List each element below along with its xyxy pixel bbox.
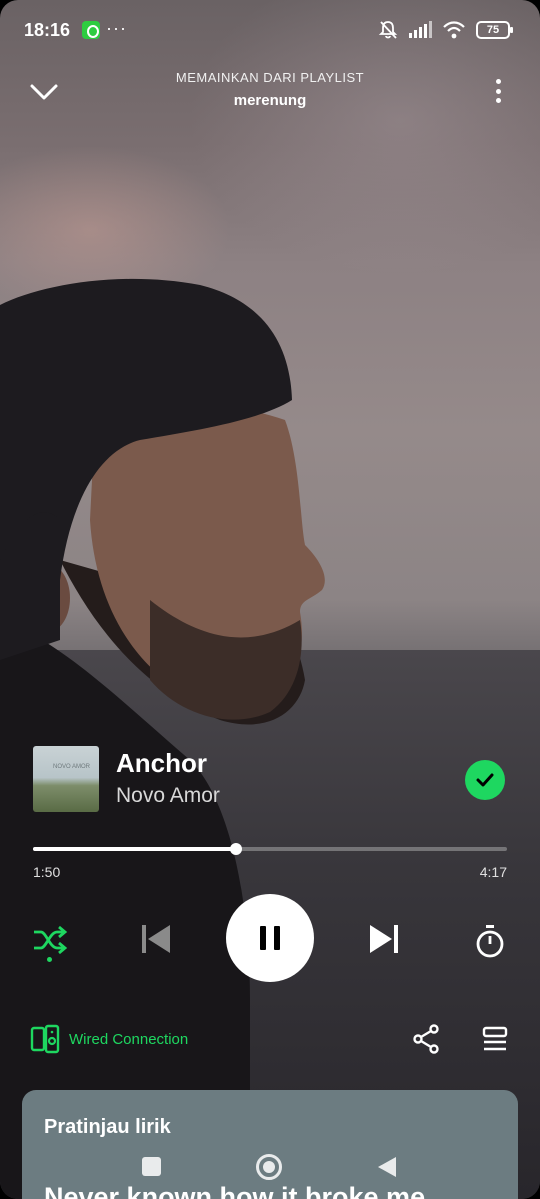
play-pause-button[interactable] xyxy=(226,894,314,982)
queue-button[interactable] xyxy=(482,1026,508,1052)
sleep-timer-icon xyxy=(476,925,504,958)
shuffle-button[interactable] xyxy=(30,920,70,960)
share-icon xyxy=(413,1024,439,1054)
status-overflow: ··· xyxy=(106,18,127,38)
sleep-timer-button[interactable] xyxy=(470,920,510,962)
wifi-icon xyxy=(443,21,465,39)
progress-bar[interactable] xyxy=(33,843,507,855)
skip-previous-icon xyxy=(142,925,170,953)
lyrics-title: Pratinjau lirik xyxy=(44,1116,171,1138)
notification-app-icon xyxy=(82,21,100,39)
share-button[interactable] xyxy=(412,1024,440,1054)
next-track-button[interactable] xyxy=(364,918,404,960)
bell-muted-icon xyxy=(378,21,398,39)
previous-track-button[interactable] xyxy=(136,918,176,960)
system-navigation-bar xyxy=(0,1142,540,1192)
progress-knob[interactable] xyxy=(229,843,242,855)
total-time: 4:17 xyxy=(479,864,507,880)
progress-fill xyxy=(33,847,236,851)
saved-to-library-button[interactable] xyxy=(465,760,505,800)
recent-apps-button[interactable] xyxy=(142,1157,161,1176)
more-vertical-icon xyxy=(495,79,501,84)
cover-caption: NOVO AMOR xyxy=(53,764,91,770)
queue-icon xyxy=(482,1026,508,1051)
skip-next-icon xyxy=(370,925,398,953)
battery-level: 75 xyxy=(486,24,500,36)
playing-from-header[interactable]: MEMAINKAN DARI PLAYLIST merenung xyxy=(100,70,440,109)
more-vertical-icon xyxy=(495,98,501,103)
elapsed-time: 1:50 xyxy=(33,864,61,880)
status-bar: 18:16 ··· 75 xyxy=(0,0,540,62)
more-options-button[interactable] xyxy=(492,76,504,106)
collapse-player-button[interactable] xyxy=(28,76,60,108)
home-button[interactable] xyxy=(256,1154,282,1180)
shuffle-icon xyxy=(34,925,68,955)
artist-video-image xyxy=(0,278,325,1199)
status-time: 18:16 xyxy=(24,20,71,40)
battery-icon: 75 xyxy=(476,21,513,39)
album-cover[interactable]: NOVO AMOR xyxy=(33,746,99,812)
device-label[interactable]: Wired Connection xyxy=(69,1031,188,1048)
check-icon xyxy=(476,773,494,787)
header-subtitle: MEMAINKAN DARI PLAYLIST xyxy=(175,70,365,85)
pause-icon xyxy=(260,926,280,950)
more-vertical-icon xyxy=(495,88,501,94)
playlist-name: merenung xyxy=(233,92,307,109)
back-button[interactable] xyxy=(376,1155,398,1179)
track-title[interactable]: Anchor xyxy=(116,748,207,779)
now-playing-screen: 18:16 ··· 75 MEMAINKAN DARI PLAYLIST mer… xyxy=(0,0,540,1199)
connect-device-button[interactable] xyxy=(30,1024,60,1054)
chevron-down-icon xyxy=(30,84,58,100)
shuffle-active-indicator xyxy=(47,957,52,962)
device-speaker-icon xyxy=(30,1024,60,1054)
track-artist[interactable]: Novo Amor xyxy=(116,784,220,808)
signal-icon xyxy=(409,21,432,38)
